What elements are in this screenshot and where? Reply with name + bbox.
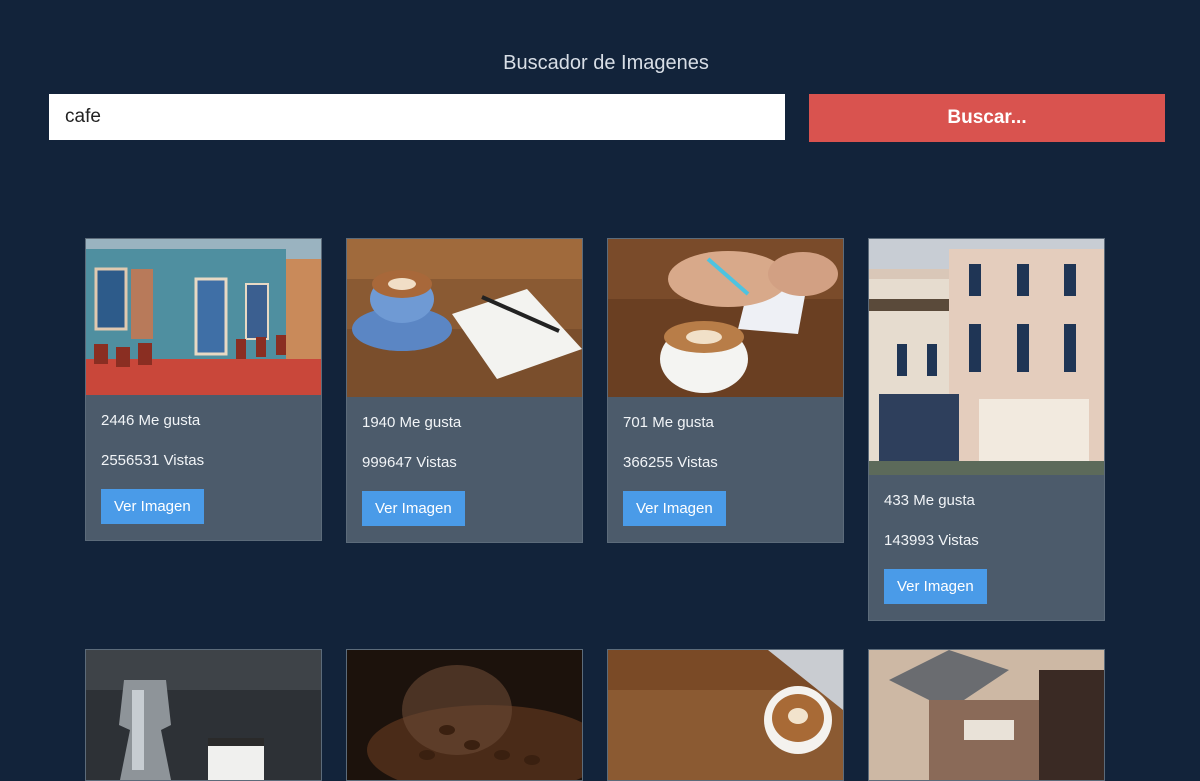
image-thumbnail-latte-writing[interactable]	[608, 239, 843, 397]
image-card: 1940 Me gusta 999647 Vistas Ver Imagen	[346, 238, 583, 543]
views-count: 999647 Vistas	[362, 454, 457, 471]
image-thumbnail-hotel-facade[interactable]	[869, 239, 1104, 475]
view-image-button[interactable]: Ver Imagen	[101, 489, 204, 524]
image-card	[85, 649, 322, 781]
page-title: Buscador de Imagenes	[503, 52, 709, 74]
image-thumbnail-coffee-beans[interactable]	[347, 650, 582, 780]
likes-count: 2446 Me gusta	[101, 412, 201, 429]
image-thumbnail-street-cafe[interactable]	[86, 239, 321, 395]
views-count: 2556531 Vistas	[101, 452, 205, 469]
image-card	[346, 649, 583, 781]
likes-count: 1940 Me gusta	[362, 414, 462, 431]
view-image-button[interactable]: Ver Imagen	[362, 491, 465, 526]
image-thumbnail-moka-pot[interactable]	[86, 650, 321, 780]
image-thumbnail-latte-laptop[interactable]	[608, 650, 843, 780]
image-card	[868, 649, 1105, 781]
views-count: 366255 Vistas	[623, 454, 718, 471]
search-input[interactable]	[49, 94, 785, 140]
image-thumbnail-blurred-building[interactable]	[869, 650, 1104, 780]
search-button[interactable]: Buscar...	[809, 94, 1165, 142]
view-image-button[interactable]: Ver Imagen	[884, 569, 987, 604]
image-card: 701 Me gusta 366255 Vistas Ver Imagen	[607, 238, 844, 543]
image-card	[607, 649, 844, 781]
view-image-button[interactable]: Ver Imagen	[623, 491, 726, 526]
views-count: 143993 Vistas	[884, 532, 979, 549]
image-card: 433 Me gusta 143993 Vistas Ver Imagen	[868, 238, 1105, 621]
likes-count: 701 Me gusta	[623, 414, 714, 431]
likes-count: 433 Me gusta	[884, 492, 975, 509]
image-thumbnail-coffee-notebook[interactable]	[347, 239, 582, 397]
image-card: 2446 Me gusta 2556531 Vistas Ver Imagen	[85, 238, 322, 541]
